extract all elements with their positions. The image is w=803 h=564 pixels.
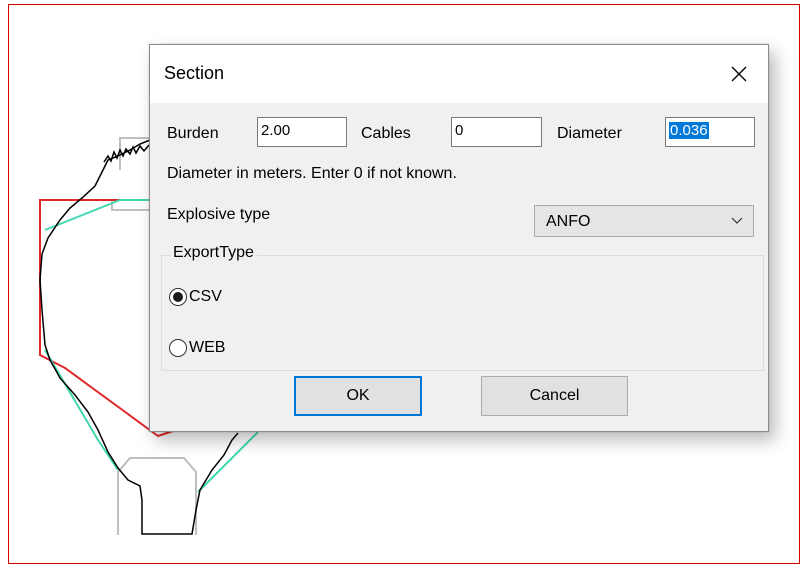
close-icon — [731, 66, 747, 82]
radio-web-circle — [169, 339, 187, 357]
export-type-group — [161, 255, 764, 371]
explosive-type-value: ANFO — [546, 213, 591, 230]
radio-csv-circle — [169, 288, 187, 306]
radio-web[interactable]: WEB — [169, 339, 225, 357]
offset-outline-right — [197, 431, 259, 493]
dialog-title: Section — [164, 63, 225, 83]
close-button[interactable] — [710, 45, 768, 103]
diameter-label: Diameter — [557, 125, 622, 142]
burden-field[interactable]: 2.00 — [257, 117, 347, 147]
radio-selected-dot — [173, 292, 183, 302]
burden-label: Burden — [167, 125, 219, 142]
diameter-field[interactable]: 0.036 — [665, 117, 755, 147]
ok-button[interactable]: OK — [294, 376, 422, 416]
diameter-field-selection: 0.036 — [669, 122, 709, 139]
cancel-button[interactable]: Cancel — [481, 376, 628, 416]
offset-outline-bottom — [44, 349, 119, 471]
diameter-hint: Diameter in meters. Enter 0 if not known… — [167, 165, 457, 182]
section-dialog: Section Burden 2.00 Cables 0 Diameter 0.… — [149, 44, 769, 432]
export-type-label: ExportType — [170, 244, 257, 262]
radio-web-label: WEB — [189, 339, 226, 356]
scan-profile-noise — [103, 144, 150, 163]
cables-label: Cables — [361, 125, 411, 142]
reference-outline-bottom — [117, 457, 197, 535]
radio-csv-label: CSV — [189, 288, 222, 305]
offset-outline — [44, 199, 150, 231]
radio-csv[interactable]: CSV — [169, 288, 222, 306]
explosive-type-select[interactable]: ANFO — [534, 205, 754, 237]
cables-field[interactable]: 0 — [451, 117, 542, 147]
chevron-down-icon — [731, 217, 743, 224]
explosive-type-label: Explosive type — [167, 206, 271, 223]
dialog-titlebar: Section — [150, 45, 768, 103]
